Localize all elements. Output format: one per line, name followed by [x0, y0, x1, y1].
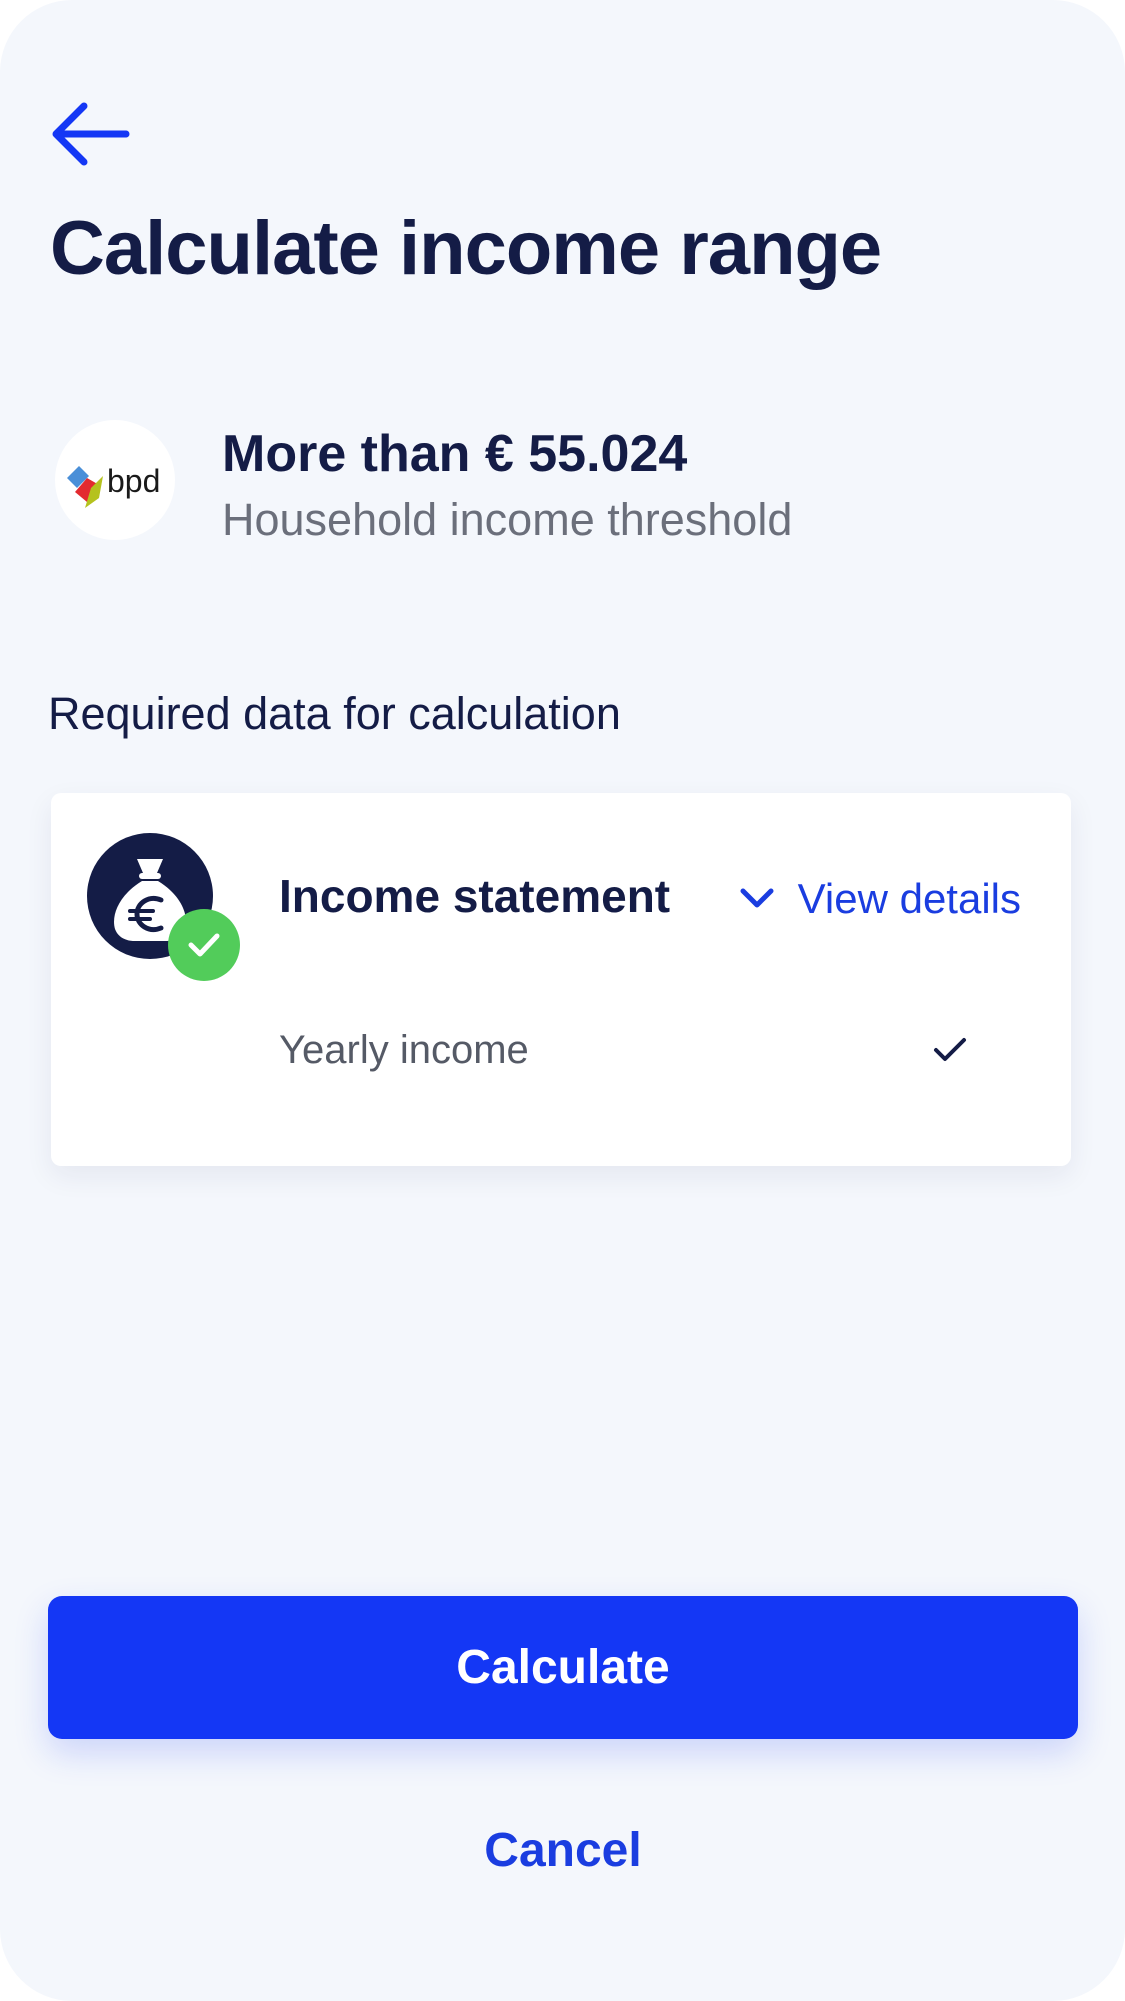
check-icon: [933, 1037, 967, 1063]
cancel-button[interactable]: Cancel: [48, 1810, 1078, 1890]
view-details-label: View details: [797, 875, 1021, 922]
page-title: Calculate income range: [50, 206, 882, 291]
calculate-button[interactable]: Calculate: [48, 1596, 1078, 1739]
threshold-value: More than € 55.024: [222, 425, 688, 483]
chevron-down-icon: [740, 888, 774, 908]
bpd-logo-wordmark: bpd: [107, 463, 160, 499]
bpd-logo: bpd: [55, 420, 175, 540]
arrow-left-icon: [52, 102, 130, 166]
income-statement-card: Income statement View details Yearly inc…: [51, 793, 1071, 1166]
card-title: Income statement: [279, 870, 671, 922]
back-button[interactable]: [48, 100, 130, 170]
yearly-income-label: Yearly income: [279, 1028, 529, 1072]
section-title: Required data for calculation: [48, 688, 621, 739]
check-circle-icon: [168, 909, 240, 981]
view-details-link[interactable]: View details: [740, 875, 1021, 923]
income-statement-icon: [87, 833, 242, 983]
screen: Calculate income range bpd More than € 5…: [0, 0, 1125, 2001]
threshold-caption: Household income threshold: [222, 494, 793, 545]
